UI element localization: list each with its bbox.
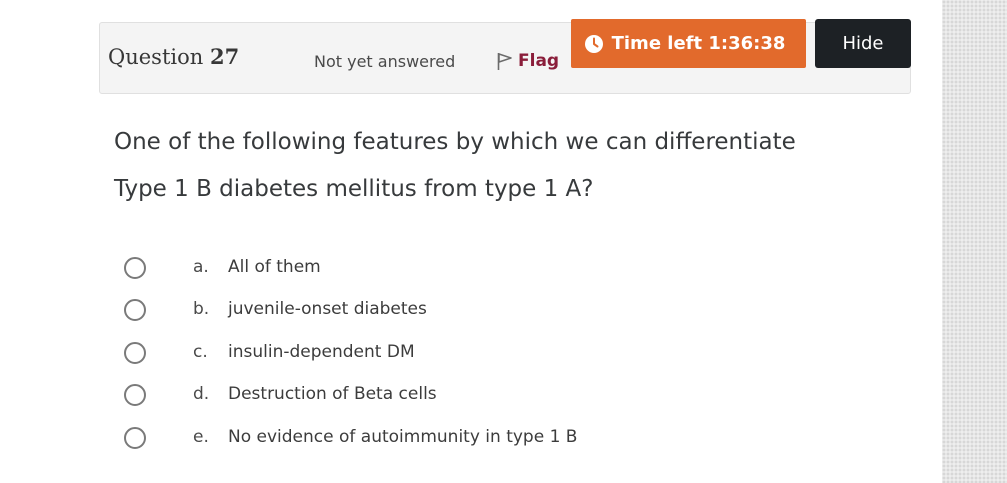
flag-icon xyxy=(496,51,514,71)
answer-text: All of them xyxy=(228,257,321,277)
answer-letter: e. xyxy=(193,427,209,447)
question-number-label: Question 27 xyxy=(108,44,239,69)
hide-timer-button[interactable]: Hide xyxy=(815,19,911,68)
answer-option-a[interactable]: a. All of them xyxy=(0,248,900,288)
answer-radio-a[interactable] xyxy=(124,257,146,279)
answer-option-e[interactable]: e. No evidence of autoimmunity in type 1… xyxy=(0,418,900,458)
answer-radio-e[interactable] xyxy=(124,427,146,449)
question-text: One of the following features by which w… xyxy=(114,119,894,213)
question-label-text: Question xyxy=(108,45,204,69)
answer-radio-c[interactable] xyxy=(124,342,146,364)
flag-label: Flag xyxy=(518,51,560,71)
flag-question-button[interactable]: Flag xyxy=(496,50,559,72)
answer-text: Destruction of Beta cells xyxy=(228,384,437,404)
question-text-line: Type 1 B diabetes mellitus from type 1 A… xyxy=(114,176,594,202)
timer-label: Time left 1:36:38 xyxy=(611,33,786,54)
answer-letter: c. xyxy=(193,342,208,362)
answer-text: insulin-dependent DM xyxy=(228,342,415,362)
clock-icon xyxy=(584,34,604,54)
question-number: 27 xyxy=(209,44,240,69)
right-background-strip xyxy=(942,0,1007,483)
quiz-timer: Time left 1:36:38 xyxy=(571,19,806,68)
answer-text: juvenile-onset diabetes xyxy=(228,299,427,319)
answer-text: No evidence of autoimmunity in type 1 B xyxy=(228,427,578,447)
question-text-line: One of the following features by which w… xyxy=(114,129,796,155)
answer-letter: d. xyxy=(193,384,210,404)
answer-letter: b. xyxy=(193,299,210,319)
answer-radio-b[interactable] xyxy=(124,299,146,321)
answer-radio-d[interactable] xyxy=(124,384,146,406)
answer-option-c[interactable]: c. insulin-dependent DM xyxy=(0,333,900,373)
answer-option-b[interactable]: b. juvenile-onset diabetes xyxy=(0,290,900,330)
answer-letter: a. xyxy=(193,257,209,277)
answer-option-d[interactable]: d. Destruction of Beta cells xyxy=(0,375,900,415)
answer-status: Not yet answered xyxy=(314,52,456,71)
